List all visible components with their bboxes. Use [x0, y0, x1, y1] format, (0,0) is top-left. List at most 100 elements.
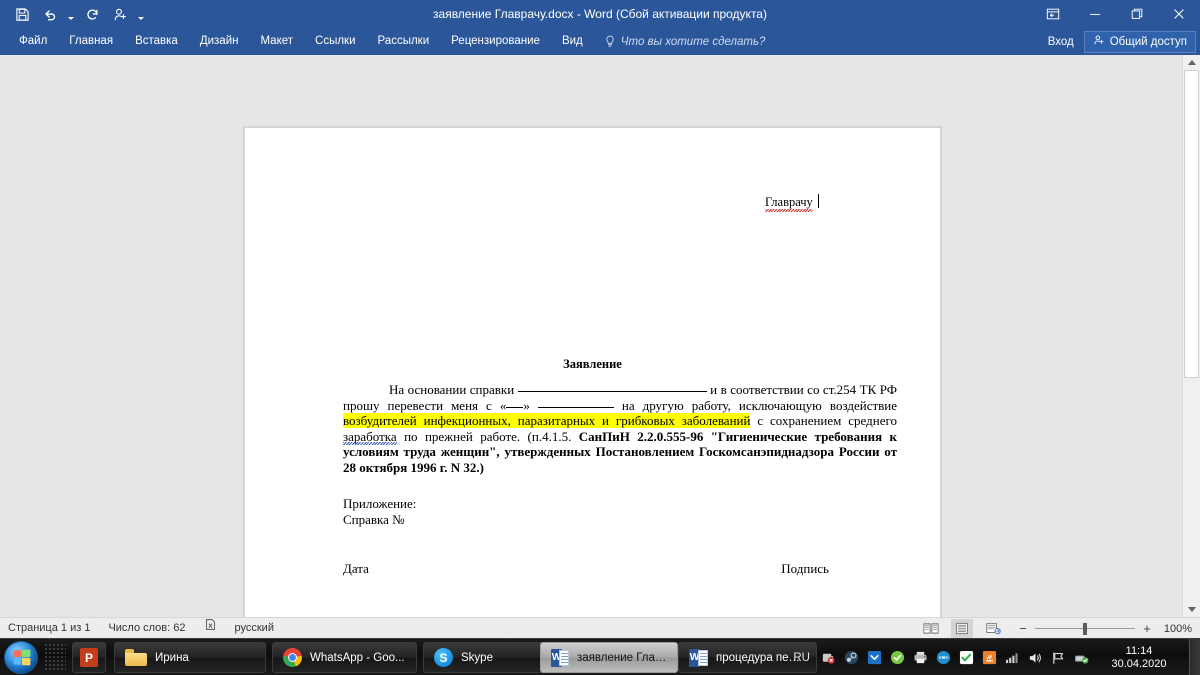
- share-label: Общий доступ: [1109, 35, 1187, 48]
- chrome-icon: [283, 648, 302, 667]
- signature-label: Подпись: [781, 561, 829, 576]
- blank-certificate-field[interactable]: [517, 391, 707, 392]
- share-person-icon: [1093, 34, 1105, 49]
- tab-references[interactable]: Ссылки: [304, 28, 367, 55]
- text-cursor: [817, 194, 819, 208]
- addressee-line: Главрачу: [765, 194, 905, 212]
- share-button[interactable]: Общий доступ: [1083, 30, 1196, 53]
- vpn-icon[interactable]: [935, 650, 951, 666]
- tab-view[interactable]: Вид: [551, 28, 594, 55]
- date-label: Дата: [343, 561, 369, 576]
- network-status-icon[interactable]: [1073, 650, 1089, 666]
- web-layout-icon[interactable]: [982, 619, 1004, 638]
- appendix-label: Приложение:: [343, 496, 417, 511]
- page-indicator[interactable]: Страница 1 из 1: [8, 618, 90, 639]
- language-indicator-tray[interactable]: RU: [793, 652, 810, 664]
- tab-mailings[interactable]: Рассылки: [367, 28, 441, 55]
- run-quote-close: »: [523, 397, 538, 413]
- person-icon[interactable]: [108, 2, 132, 26]
- volume-icon[interactable]: [1027, 650, 1043, 666]
- network-signal-icon[interactable]: [1004, 650, 1020, 666]
- ribbon-options-icon[interactable]: [1032, 0, 1074, 28]
- tab-home[interactable]: Главная: [58, 28, 124, 55]
- start-button-icon[interactable]: [4, 641, 38, 674]
- window-controls: [1032, 0, 1200, 28]
- tab-file[interactable]: Файл: [8, 28, 58, 55]
- sync-ok-icon[interactable]: [958, 650, 974, 666]
- word-count[interactable]: Число слов: 62: [108, 618, 185, 639]
- customize-qat-chevron-down-icon[interactable]: [136, 2, 146, 26]
- battery-error-icon[interactable]: [820, 650, 836, 666]
- language-indicator[interactable]: русский: [235, 618, 274, 639]
- close-icon[interactable]: [1158, 0, 1200, 28]
- taskbar-label-irina: Ирина: [155, 651, 189, 664]
- tab-insert[interactable]: Вставка: [124, 28, 189, 55]
- skype-icon: S: [434, 648, 453, 667]
- taskbar-item-powerpoint[interactable]: P: [72, 642, 106, 673]
- word-icon: W: [551, 648, 569, 667]
- show-desktop-button[interactable]: [1189, 639, 1200, 675]
- tab-design[interactable]: Дизайн: [189, 28, 250, 55]
- vertical-scrollbar[interactable]: [1182, 55, 1200, 617]
- printer-icon[interactable]: [912, 650, 928, 666]
- taskbar: P Ирина WhatsApp - Goo... S Skype W заяв…: [0, 638, 1200, 675]
- print-layout-icon[interactable]: [951, 619, 973, 638]
- antivirus-ok-icon[interactable]: [889, 650, 905, 666]
- document-page[interactable]: Главрачу Заявление На основании справки …: [245, 128, 940, 675]
- undo-dropdown-icon[interactable]: [66, 2, 76, 26]
- blank-month-field[interactable]: [537, 406, 614, 408]
- tell-me-box[interactable]: Что вы хотите сделать?: [594, 28, 776, 55]
- body-paragraph: На основании справки и в соответствии со…: [343, 382, 897, 475]
- status-bar: Страница 1 из 1 Число слов: 62 русский −…: [0, 617, 1200, 639]
- sign-in-button[interactable]: Вход: [1040, 31, 1082, 53]
- taskbar-item-word-zayavlenie[interactable]: W заявление Главр...: [540, 642, 678, 673]
- status-right-group: − + 100%: [920, 618, 1192, 639]
- undo-icon[interactable]: [38, 2, 62, 26]
- page-content: Главрачу Заявление На основании справки …: [245, 128, 940, 675]
- tab-review[interactable]: Рецензирование: [440, 28, 551, 55]
- zoom-in-button[interactable]: +: [1141, 622, 1153, 636]
- blank-day-field[interactable]: [506, 406, 524, 408]
- scrollbar-thumb[interactable]: [1184, 70, 1199, 378]
- document-body-paragraph: На основании справки и в соответствии со…: [343, 382, 897, 475]
- zoom-level[interactable]: 100%: [1162, 623, 1192, 635]
- addressee-word: Главрачу: [765, 195, 813, 212]
- restore-icon[interactable]: [1116, 0, 1158, 28]
- proofing-errors-icon[interactable]: [204, 618, 217, 639]
- read-mode-icon[interactable]: [920, 619, 942, 638]
- grammar-squiggle-icon: [343, 442, 397, 445]
- action-center-flag-icon[interactable]: [1050, 650, 1066, 666]
- tab-layout[interactable]: Макет: [249, 28, 304, 55]
- word-window: заявление Главрачу.docx - Word (Сбой акт…: [0, 0, 1200, 675]
- steam-icon[interactable]: [843, 650, 859, 666]
- scroll-down-icon[interactable]: [1183, 602, 1200, 617]
- word-icon: W: [689, 648, 708, 667]
- redo-icon[interactable]: [80, 2, 104, 26]
- taskbar-item-folder-irina[interactable]: Ирина: [114, 642, 266, 673]
- status-left-group: Страница 1 из 1 Число слов: 62 русский: [8, 618, 274, 639]
- addressee-text: Главрачу: [765, 195, 813, 209]
- run-prev-job: по прежней работе. (п.4.1.5.: [396, 428, 579, 444]
- appendix-value: Справка №: [343, 512, 405, 527]
- zoom-out-button[interactable]: −: [1017, 622, 1029, 636]
- quick-access-toolbar: [10, 0, 146, 28]
- scroll-up-icon[interactable]: [1183, 55, 1200, 70]
- quick-launch-handle[interactable]: [44, 643, 66, 672]
- taskbar-label-zayavlenie: заявление Главр...: [577, 651, 667, 664]
- java-icon[interactable]: [981, 650, 997, 666]
- save-icon[interactable]: [10, 2, 34, 26]
- run-transfer: на другую работу, исключающую воздействи…: [613, 397, 898, 413]
- zoom-slider[interactable]: [1035, 622, 1135, 636]
- title-bar: заявление Главрачу.docx - Word (Сбой акт…: [0, 0, 1200, 28]
- zoom-control: − +: [1017, 622, 1153, 636]
- dropbox-update-icon[interactable]: [866, 650, 882, 666]
- document-title: заявление Главрачу.docx - Word (Сбой акт…: [433, 7, 767, 21]
- run-basis: На основании справки: [389, 382, 518, 397]
- taskbar-item-whatsapp[interactable]: WhatsApp - Goo...: [272, 642, 417, 673]
- zoom-slider-knob[interactable]: [1083, 622, 1087, 635]
- minimize-icon[interactable]: [1074, 0, 1116, 28]
- lightbulb-icon: [604, 35, 616, 48]
- taskbar-clock[interactable]: 11:14 30.04.2020: [1102, 645, 1176, 671]
- taskbar-item-skype[interactable]: S Skype: [423, 642, 549, 673]
- document-canvas[interactable]: Главрачу Заявление На основании справки …: [0, 55, 1200, 675]
